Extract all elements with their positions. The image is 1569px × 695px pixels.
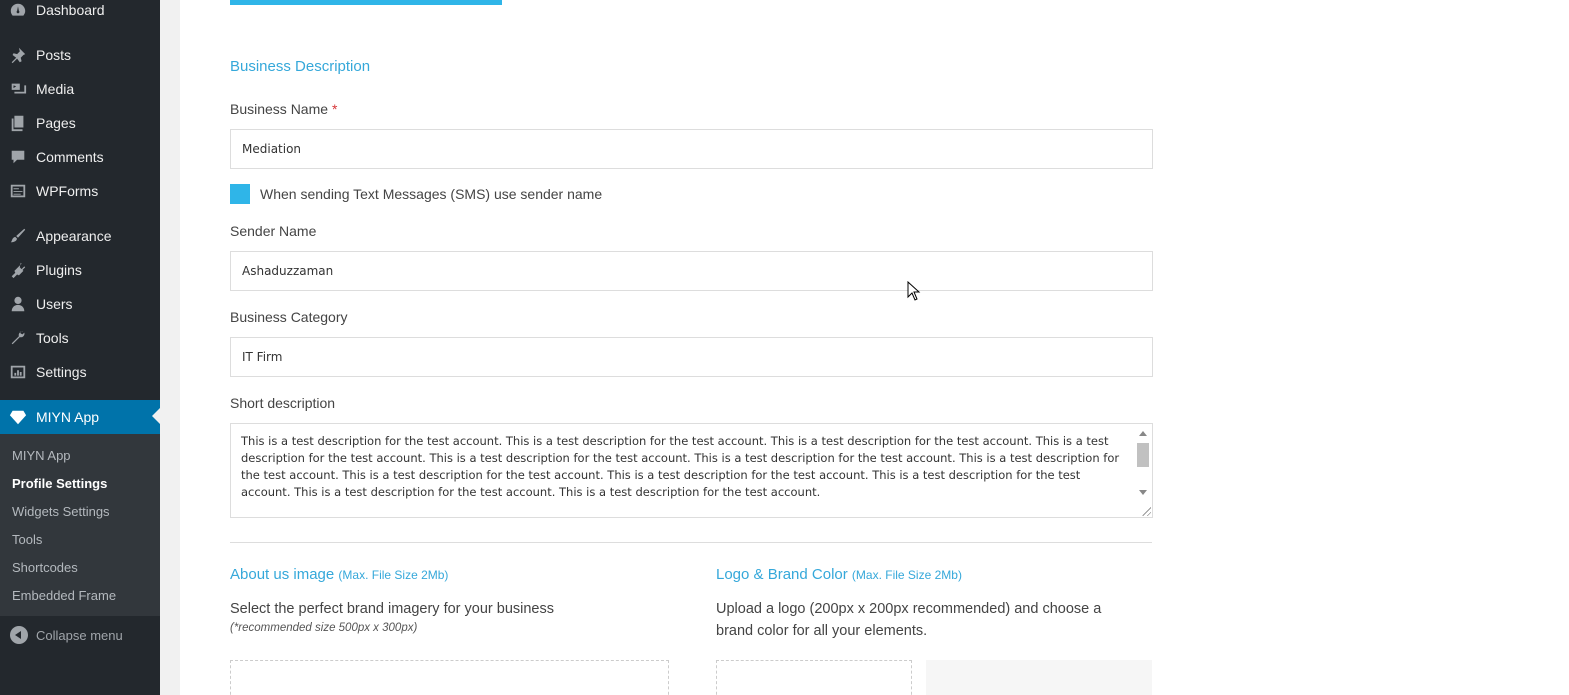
logo-brand-title-text: Logo & Brand Color [716,566,848,583]
about-image-description: Select the perfect brand imagery for you… [230,601,554,617]
business-name-label: Business Name * [230,101,337,117]
about-image-note: (*recommended size 500px x 300px) [230,622,418,634]
business-category-input[interactable]: IT Firm [230,337,1153,377]
user-icon [8,294,28,314]
menu-item-miyn-app[interactable]: MIYN App [0,400,160,434]
menu-label: Settings [36,364,87,380]
settings-icon [8,362,28,382]
about-image-title: About us image (Max. File Size 2Mb) [230,566,448,583]
menu-item-media[interactable]: Media [0,72,160,106]
sms-sender-name-checkbox[interactable] [230,184,250,204]
menu-item-tools[interactable]: Tools [0,321,160,355]
menu-item-appearance[interactable]: Appearance [0,219,160,253]
short-description-text: This is a test description for the test … [241,434,1120,499]
menu-label: MIYN App [36,409,100,425]
pages-icon [8,113,28,133]
diamond-icon [8,407,28,427]
required-mark: * [331,101,338,117]
menu-item-pages[interactable]: Pages [0,106,160,140]
submenu-shortcodes[interactable]: Shortcodes [12,560,78,575]
menu-label: Posts [36,47,72,63]
business-category-label: Business Category [230,309,348,325]
divider [230,542,1152,543]
scroll-down-icon[interactable] [1139,490,1147,495]
resize-handle-icon[interactable] [1141,506,1151,516]
menu-item-dashboard[interactable]: Dashboard [0,0,160,27]
sms-checkbox-label: When sending Text Messages (SMS) use sen… [260,186,603,202]
top-accent-bar [230,0,502,5]
menu-item-comments[interactable]: Comments [0,140,160,174]
about-image-hint: (Max. File Size 2Mb) [338,568,449,582]
menu-label: Plugins [36,262,82,278]
plugin-icon [8,260,28,280]
menu-label: Comments [36,149,104,165]
menu-item-settings[interactable]: Settings [0,355,160,389]
scroll-thumb[interactable] [1137,443,1149,467]
collapse-label: Collapse menu [36,627,123,643]
menu-label: Media [36,81,75,97]
logo-brand-hint: (Max. File Size 2Mb) [851,568,962,582]
submenu-tools[interactable]: Tools [12,532,42,547]
logo-brand-description: Upload a logo (200px x 200px recommended… [716,601,1102,639]
submenu-widgets-settings[interactable]: Widgets Settings [12,504,110,519]
menu-label: WPForms [36,183,99,199]
dashboard-icon [8,0,28,20]
menu-label: Tools [36,330,69,346]
about-image-dropzone[interactable] [230,660,669,695]
scroll-up-icon[interactable] [1139,431,1147,436]
section-title: Business Description [230,58,371,75]
business-name-input[interactable]: Mediation [230,129,1153,169]
brush-icon [8,226,28,246]
menu-item-wpforms[interactable]: WPForms [0,174,160,208]
menu-label: Appearance [36,228,112,244]
admin-sidebar: Dashboard Posts Media Pages Comments WPF… [0,0,160,695]
business-name-label-text: Business Name [230,101,329,117]
collapse-icon [10,626,28,644]
logo-brand-title: Logo & Brand Color (Max. File Size 2Mb) [716,566,962,583]
about-image-title-text: About us image [230,566,335,583]
submenu-miyn-app[interactable]: MIYN App [12,448,71,463]
comment-icon [8,147,28,167]
media-icon [8,79,28,99]
pin-icon [8,45,28,65]
forms-icon [8,181,28,201]
profile-settings-panel: Business Description Business Name * Med… [180,0,1569,695]
sender-name-label: Sender Name [230,223,317,239]
submenu: MIYN App Profile Settings Widgets Settin… [0,434,160,616]
sender-name-input[interactable]: Ashaduzzaman [230,251,1153,291]
menu-label: Dashboard [36,2,105,18]
collapse-menu-button[interactable]: Collapse menu [0,622,160,648]
submenu-profile-settings[interactable]: Profile Settings [12,476,107,491]
logo-dropzone[interactable] [716,660,912,695]
menu-label: Users [36,296,73,312]
wrench-icon [8,328,28,348]
menu-item-plugins[interactable]: Plugins [0,253,160,287]
brand-color-picker[interactable] [926,660,1152,695]
short-description-textarea[interactable]: This is a test description for the test … [230,423,1153,518]
mouse-cursor-icon [907,281,921,301]
menu-item-users[interactable]: Users [0,287,160,321]
menu-label: Pages [36,115,76,131]
menu-item-posts[interactable]: Posts [0,38,160,72]
textarea-scrollbar[interactable] [1136,427,1150,495]
submenu-embedded-frame[interactable]: Embedded Frame [12,588,116,603]
short-description-label: Short description [230,395,336,411]
